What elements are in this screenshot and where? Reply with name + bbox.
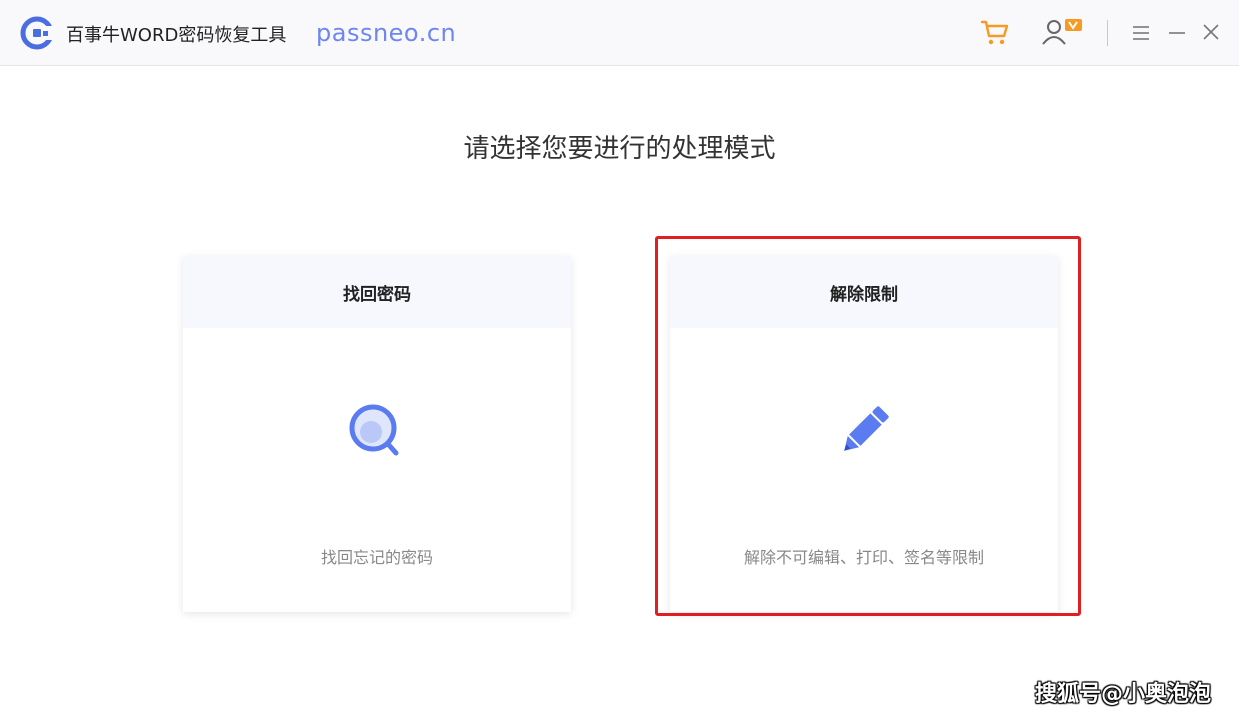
toolbar-separator — [1107, 20, 1108, 46]
close-icon[interactable] — [1202, 23, 1220, 41]
card-description: 找回忘记的密码 — [320, 548, 433, 567]
magnifier-icon — [349, 404, 399, 456]
page-heading: 请选择您要进行的处理模式 — [463, 134, 776, 164]
watermark: 搜狐号@小奥泡泡 — [1034, 682, 1211, 707]
site-label: passneo.cn — [316, 19, 457, 47]
mode-card-recover-password[interactable]: 找回密码 找回忘记的密码 — [183, 256, 571, 612]
user-vip-icon[interactable] — [1040, 16, 1084, 48]
highlight-frame — [655, 236, 1081, 616]
title-bar: 百事牛WORD密码恢复工具 passneo.cn — [0, 0, 1239, 66]
shopping-cart-icon[interactable] — [980, 17, 1010, 47]
minimize-icon[interactable] — [1168, 24, 1186, 42]
hamburger-menu-icon[interactable] — [1132, 24, 1150, 42]
app-title: 百事牛WORD密码恢复工具 — [66, 25, 287, 46]
app-logo-icon — [20, 16, 54, 50]
card-title: 找回密码 — [183, 256, 571, 328]
